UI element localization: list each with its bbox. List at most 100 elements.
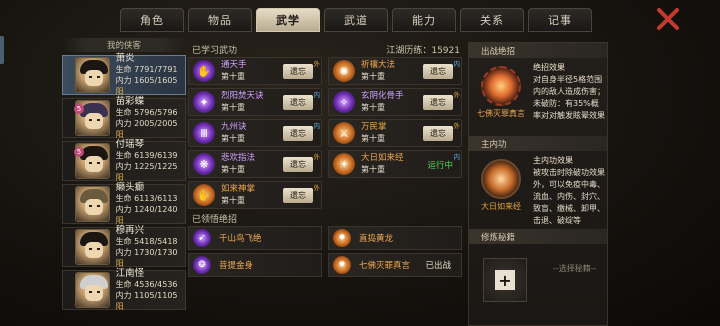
skill-card[interactable]: ✧ 玄阴化骨手 第十重 遗忘 外 xyxy=(328,88,462,116)
tab-items[interactable]: 物品 xyxy=(188,8,252,32)
forget-button[interactable]: 遗忘 xyxy=(423,126,453,141)
character-name: 穆再兴 xyxy=(115,225,145,236)
cultivation-header: 修炼秘籍 xyxy=(469,229,607,244)
character-card[interactable]: 5 苗彩蝶 生命 5796/5796 内力 2005/2005 阳 xyxy=(62,96,186,139)
trick-name: 七佛灭罪真言 xyxy=(359,261,411,271)
skill-level: 第十重 xyxy=(221,103,245,112)
skill-card[interactable]: ✺ 祈禳大法 第十重 遗忘 内 xyxy=(328,57,462,85)
avatar xyxy=(75,186,110,222)
skill-type-tag: 外 xyxy=(313,153,321,161)
tab-abilities[interactable]: 能力 xyxy=(392,8,456,32)
level-badge: 5 xyxy=(74,104,84,114)
skill-card[interactable]: ✦ 烈阳焚天诀 第十重 遗忘 内 xyxy=(188,88,322,116)
skill-type-tag: 外 xyxy=(453,122,461,130)
tab-relations[interactable]: 关系 xyxy=(460,8,524,32)
dragon-trick-icon: ✸ xyxy=(333,229,351,247)
skill-card[interactable]: ❋ 悲欢指法 第十重 遗忘 外 xyxy=(188,150,322,178)
character-name: 癞头癫 xyxy=(115,182,145,193)
trick-card[interactable]: ➹ 千山鸟飞绝 xyxy=(188,226,322,250)
skill-card[interactable]: ✋ 如来神掌 第十重 遗忘 外 xyxy=(188,181,322,209)
skill-name: 烈阳焚天诀 xyxy=(221,91,264,101)
seven-buddha-emblem-icon[interactable] xyxy=(481,66,521,106)
trick-card[interactable]: ❂ 菩提金身 xyxy=(188,253,322,277)
choose-manual-label: --选择秘籍-- xyxy=(553,264,597,273)
pillar-skill-icon: Ⅲ xyxy=(193,122,215,144)
skill-type-tag: 内 xyxy=(453,153,461,161)
character-mp: 内力 1240/1240 xyxy=(115,205,178,214)
character-side: 阳 xyxy=(115,302,124,311)
manual-slot[interactable]: + xyxy=(483,258,527,302)
forget-button[interactable]: 遗忘 xyxy=(283,126,313,141)
skill-type-tag: 内 xyxy=(453,60,461,68)
skill-level: 第十重 xyxy=(221,165,245,174)
finger-skill-icon: ❋ xyxy=(193,153,215,175)
tab-journal[interactable]: 记事 xyxy=(528,8,592,32)
skill-type-tag: 外 xyxy=(313,60,321,68)
sword-skill-icon: ⚔ xyxy=(333,122,355,144)
character-hp: 生命 6113/6113 xyxy=(115,194,178,203)
forget-button[interactable]: 遗忘 xyxy=(423,64,453,79)
flame-skill-icon: ✦ xyxy=(193,91,215,113)
experience-label: 江湖历练： xyxy=(386,46,432,56)
character-hp: 生命 7791/7791 xyxy=(115,65,178,74)
character-name: 苗彩蝶 xyxy=(115,96,145,107)
skill-name: 祈禳大法 xyxy=(361,60,396,70)
tab-character[interactable]: 角色 xyxy=(120,8,184,32)
inner-skill-name: 大日如来经 xyxy=(481,202,521,211)
close-icon[interactable] xyxy=(655,6,681,32)
battle-effect-text: 对自身半径5格范围内的敌人造成伤害；未破防：有35%概率对对触发眩晕效果 xyxy=(533,75,605,120)
skill-card[interactable]: ⚔ 万民掌 第十重 遗忘 外 xyxy=(328,119,462,147)
bodhi-trick-icon: ❂ xyxy=(193,256,211,274)
character-mp: 内力 1105/1105 xyxy=(115,291,178,300)
forget-button[interactable]: 遗忘 xyxy=(283,64,313,79)
skill-card[interactable]: Ⅲ 九州诀 第十重 遗忘 内 xyxy=(188,119,322,147)
experience-value: 15921 xyxy=(431,46,460,56)
lotus-skill-icon: ✺ xyxy=(333,60,355,82)
character-card[interactable]: 癞头癫 生命 6113/6113 内力 1240/1240 阳 xyxy=(62,182,186,225)
trick-card[interactable]: ✸ 直捣黄龙 xyxy=(328,226,462,250)
avatar xyxy=(75,57,110,93)
skill-card[interactable]: ☀ 大日如来经 第十重 运行中 内 xyxy=(328,150,462,178)
character-card[interactable]: 萧炎 生命 7791/7791 内力 1605/1605 阳 xyxy=(62,53,186,96)
character-mp: 内力 1225/1225 xyxy=(115,162,178,171)
tricks-title: 已领悟绝招 xyxy=(192,215,238,225)
character-name: 萧炎 xyxy=(115,53,135,64)
character-card[interactable]: 穆再兴 生命 5418/5418 内力 1730/1730 阳 xyxy=(62,225,186,268)
inner-effect-text: 被攻击时除破功效果外，可以免疫中毒、流血、内伤、封穴、致盲、缴械、卸甲、击退、破… xyxy=(533,168,605,225)
trick-name: 直捣黄龙 xyxy=(359,234,394,244)
tab-martial-arts[interactable]: 武学 xyxy=(256,8,320,32)
inner-effect-title: 主内功效果 xyxy=(533,156,573,165)
skill-level: 第十重 xyxy=(361,165,385,174)
forget-button[interactable]: 遗忘 xyxy=(423,95,453,110)
skills-panel: 已学习武功 江湖历练：15921 ✋ 通天手 第十重 遗忘 外 ✺ 祈禳大法 第十重… xyxy=(188,42,464,326)
side-handle[interactable] xyxy=(0,36,4,64)
character-mp: 内力 2005/2005 xyxy=(115,119,178,128)
character-card[interactable]: 江南怪 生命 4536/4536 内力 1105/1105 阳 xyxy=(62,268,186,311)
character-card[interactable]: 5 付瑶琴 生命 6139/6139 内力 1225/1225 阳 xyxy=(62,139,186,182)
skill-level: 第十重 xyxy=(221,196,245,205)
forget-button[interactable]: 遗忘 xyxy=(283,157,313,172)
skill-type-tag: 外 xyxy=(313,184,321,192)
inner-skill-header: 主内功 xyxy=(469,136,607,151)
battle-trick-block: 七佛灭罪真言 绝招效果 对自身半径5格范围内的敌人造成伤害；未破防：有35%概率… xyxy=(469,58,607,136)
skill-level: 第十重 xyxy=(361,103,385,112)
tab-martial-way[interactable]: 武道 xyxy=(324,8,388,32)
battle-trick-header: 出战绝招 xyxy=(469,43,607,58)
trick-name: 千山鸟飞绝 xyxy=(219,234,262,244)
battle-trick-name: 七佛灭罪真言 xyxy=(477,109,525,118)
sun-skill-icon: ☀ xyxy=(333,153,355,175)
character-name: 付瑶琴 xyxy=(115,139,145,150)
forget-button[interactable]: 遗忘 xyxy=(283,188,313,203)
tricks-grid: ➹ 千山鸟飞绝 ✸ 直捣黄龙 ❂ 菩提金身 ✹ 七佛灭罪真言 已出战 xyxy=(188,226,464,277)
trick-name: 菩提金身 xyxy=(219,261,254,271)
top-tabs: 角色 物品 武学 武道 能力 关系 记事 xyxy=(120,8,592,32)
character-list-header: 我的侠客 xyxy=(62,38,186,52)
avatar xyxy=(75,272,110,308)
character-hp: 生命 5418/5418 xyxy=(115,237,178,246)
great-sun-emblem-icon[interactable] xyxy=(481,159,521,199)
skill-name: 九州诀 xyxy=(221,122,247,132)
forget-button[interactable]: 遗忘 xyxy=(283,95,313,110)
skill-card[interactable]: ✋ 通天手 第十重 遗忘 外 xyxy=(188,57,322,85)
trick-card[interactable]: ✹ 七佛灭罪真言 已出战 xyxy=(328,253,462,277)
game-screen: 角色 物品 武学 武道 能力 关系 记事 我的侠客 萧炎 生命 7791/779… xyxy=(0,0,720,326)
